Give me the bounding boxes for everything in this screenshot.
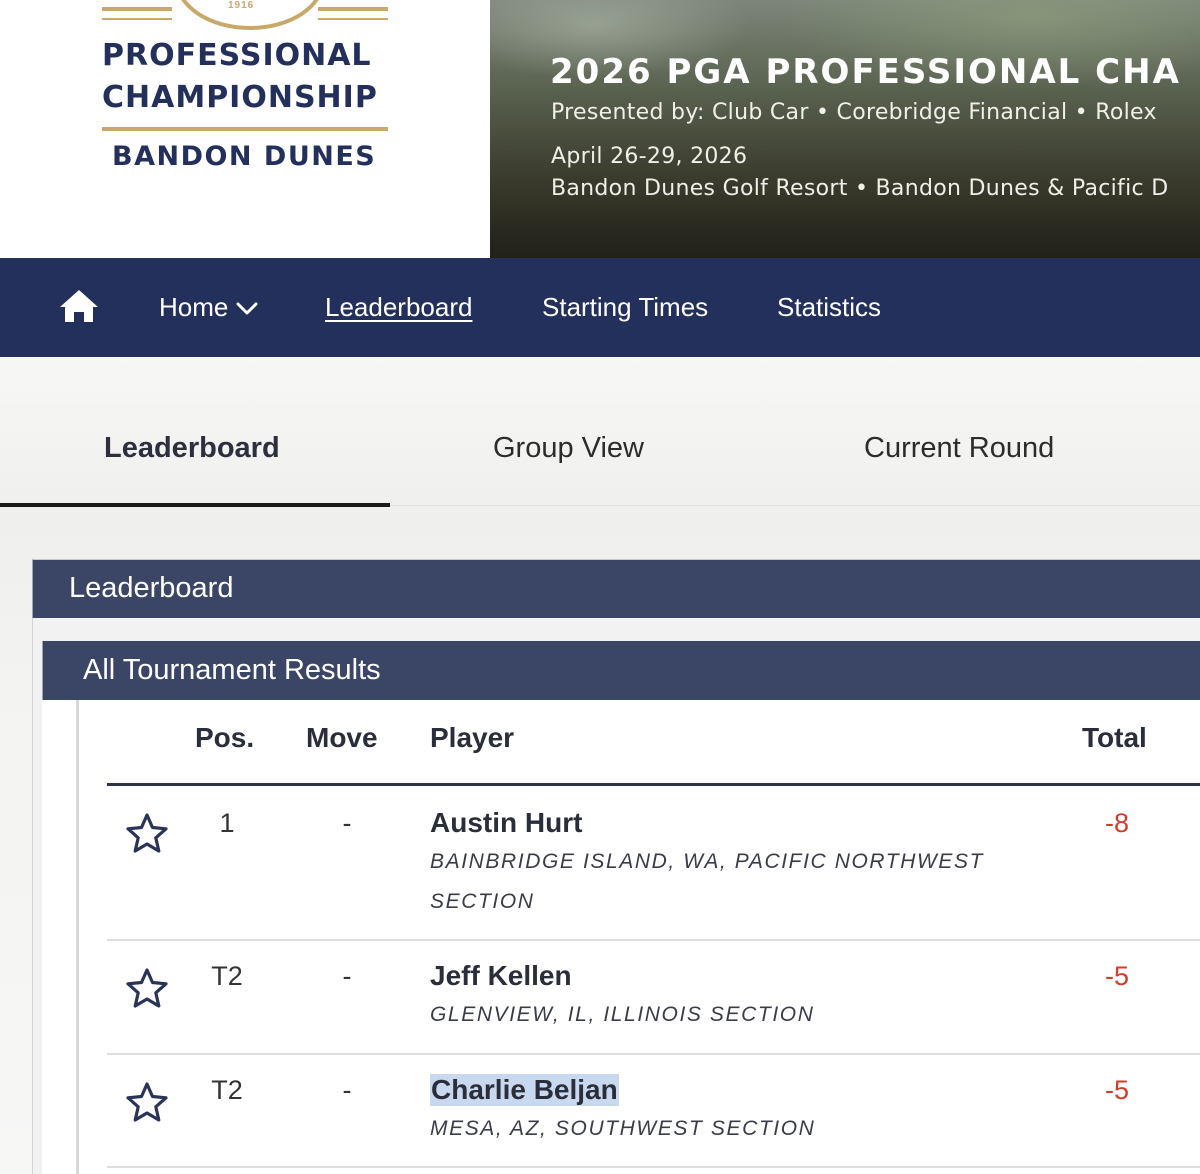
- logo-divider: [102, 127, 388, 131]
- logo-rule: [102, 18, 172, 20]
- panel-gutter: [42, 700, 76, 1174]
- position: 1: [219, 808, 235, 838]
- column-header-player[interactable]: Player: [430, 722, 514, 754]
- total-score: -5: [1104, 1075, 1129, 1105]
- logo-rule: [318, 7, 388, 11]
- active-tab-indicator: [0, 503, 390, 507]
- movement: -: [342, 961, 352, 991]
- main-nav: Home Leaderboard Starting Times Statisti…: [0, 258, 1200, 357]
- panel-header: Leaderboard: [32, 559, 1200, 618]
- movement: -: [342, 1075, 352, 1105]
- tab-current-round[interactable]: Current Round: [864, 432, 1054, 465]
- movement: -: [342, 808, 352, 838]
- panel-title: Leaderboard: [69, 572, 234, 604]
- event-dates: April 26-29, 2026: [551, 144, 748, 169]
- logo-text-championship: CHAMPIONSHIP: [102, 80, 378, 115]
- player-location: MESA, AZ, SOUTHWEST SECTION: [430, 1117, 816, 1140]
- total-score: -8: [1104, 808, 1129, 838]
- table-row[interactable]: T2 - Charlie Beljan MESA, AZ, SOUTHWEST …: [107, 1055, 1200, 1168]
- event-venue: Bandon Dunes Golf Resort • Bandon Dunes …: [551, 176, 1169, 201]
- nav-starting-times[interactable]: Starting Times: [542, 292, 708, 323]
- event-title: 2026 PGA PROFESSIONAL CHA: [550, 52, 1181, 92]
- logo-text-professional: PROFESSIONAL: [102, 38, 372, 73]
- logo-rule: [102, 7, 172, 11]
- results-header: All Tournament Results: [42, 641, 1200, 700]
- results-title: All Tournament Results: [83, 654, 381, 686]
- tab-group-view[interactable]: Group View: [493, 432, 644, 465]
- event-banner: 2026 PGA PROFESSIONAL CHA Presented by: …: [490, 0, 1200, 258]
- nav-home-label: Home: [159, 292, 229, 322]
- column-header-move[interactable]: Move: [306, 722, 378, 754]
- player-location: BAINBRIDGE ISLAND, WA, PACIFIC NORTHWEST…: [430, 850, 985, 913]
- logo-rule: [318, 18, 388, 20]
- nav-leaderboard[interactable]: Leaderboard: [325, 292, 472, 323]
- tab-divider: [390, 505, 1200, 506]
- position: T2: [211, 1075, 243, 1105]
- column-header-pos[interactable]: Pos.: [195, 722, 254, 754]
- nav-statistics[interactable]: Statistics: [777, 292, 881, 323]
- column-header-total[interactable]: Total: [1082, 722, 1147, 754]
- player-location: GLENVIEW, IL, ILLINOIS SECTION: [430, 1003, 815, 1026]
- site-header: 1916 PROFESSIONAL CHAMPIONSHIP BANDON DU…: [0, 0, 1200, 258]
- tab-leaderboard[interactable]: Leaderboard: [104, 432, 280, 465]
- player-name[interactable]: Jeff Kellen: [430, 960, 572, 992]
- logo-year: 1916: [228, 0, 255, 11]
- player-name-selected[interactable]: Charlie Beljan: [430, 1074, 619, 1106]
- chevron-down-icon: [236, 302, 258, 315]
- logo-text-venue: BANDON DUNES: [112, 141, 377, 172]
- event-sponsors: Presented by: Club Car • Corebridge Fina…: [551, 100, 1157, 125]
- championship-logo[interactable]: 1916 PROFESSIONAL CHAMPIONSHIP BANDON DU…: [0, 0, 490, 258]
- table-row[interactable]: T2 - Jeff Kellen GLENVIEW, IL, ILLINOIS …: [107, 941, 1200, 1055]
- nav-home-dropdown[interactable]: Home: [159, 292, 258, 323]
- home-icon[interactable]: [58, 288, 100, 324]
- total-score: -5: [1104, 961, 1129, 991]
- position: T2: [211, 961, 243, 991]
- player-name[interactable]: Austin Hurt: [430, 807, 582, 839]
- table-row[interactable]: 1 - Austin Hurt BAINBRIDGE ISLAND, WA, P…: [107, 786, 1200, 941]
